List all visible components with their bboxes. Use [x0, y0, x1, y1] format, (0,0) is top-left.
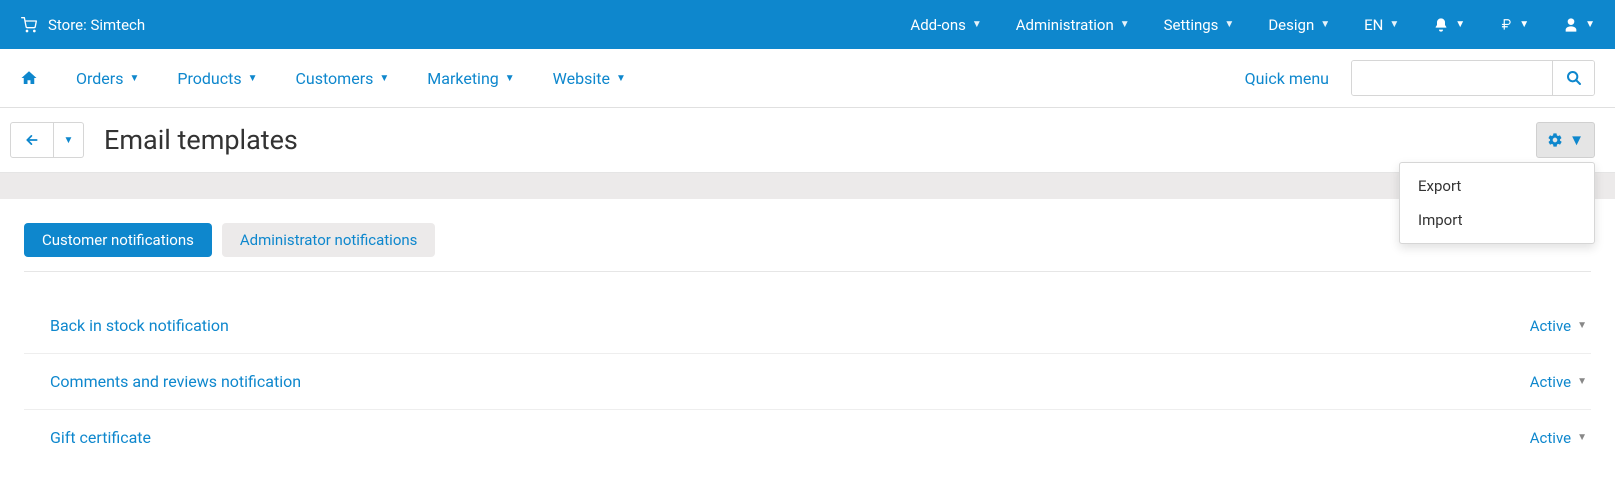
row-status-dropdown[interactable]: Active ▼	[1530, 429, 1587, 447]
arrow-left-icon	[24, 133, 40, 147]
tabs: Customer notifications Administrator not…	[24, 223, 1591, 257]
nav-administration[interactable]: Administration ▼	[1016, 16, 1130, 34]
nav-administration-label: Administration	[1016, 16, 1114, 34]
topbar: Store: Simtech Add-ons ▼ Administration …	[0, 0, 1615, 49]
caret-down-icon: ▼	[379, 73, 389, 84]
nav-language[interactable]: EN ▼	[1364, 16, 1399, 34]
row-title-link[interactable]: Gift certificate	[50, 428, 151, 447]
table-row: Back in stock notification Active ▼	[24, 298, 1591, 354]
caret-down-icon: ▼	[1577, 376, 1587, 387]
home-link[interactable]	[20, 69, 38, 87]
caret-down-icon: ▼	[1577, 432, 1587, 443]
row-status-label: Active	[1530, 429, 1571, 447]
back-button[interactable]	[10, 122, 54, 158]
caret-down-icon: ▼	[616, 73, 626, 84]
nav-website[interactable]: Website ▼	[553, 69, 626, 88]
search-box	[1351, 60, 1595, 96]
navbar: Orders ▼ Products ▼ Customers ▼ Marketin…	[0, 49, 1615, 108]
back-dropdown[interactable]: ▼	[54, 122, 84, 158]
tab-customer-notifications[interactable]: Customer notifications	[24, 223, 212, 257]
topbar-right: Add-ons ▼ Administration ▼ Settings ▼ De…	[910, 16, 1595, 34]
caret-down-icon: ▼	[1519, 19, 1529, 30]
notifications-button[interactable]: ▼	[1433, 17, 1465, 33]
page-header: ▼ Email templates ▼ Export Import	[0, 108, 1615, 173]
nav-products-label: Products	[177, 69, 241, 88]
nav-addons-label: Add-ons	[910, 16, 965, 34]
nav-customers-label: Customers	[295, 69, 373, 88]
nav-marketing[interactable]: Marketing ▼	[427, 69, 514, 88]
gear-menu-export[interactable]: Export	[1400, 169, 1594, 203]
caret-down-icon: ▼	[1389, 19, 1399, 30]
search-icon	[1566, 70, 1582, 86]
search-input[interactable]	[1352, 61, 1552, 95]
caret-down-icon: ▼	[972, 19, 982, 30]
table-row: Gift certificate Active ▼	[24, 410, 1591, 465]
navbar-right: Quick menu	[1245, 60, 1595, 96]
nav-design[interactable]: Design ▼	[1268, 16, 1330, 34]
caret-down-icon: ▼	[64, 135, 74, 146]
nav-marketing-label: Marketing	[427, 69, 498, 88]
page-title: Email templates	[104, 124, 298, 156]
caret-down-icon: ▼	[1585, 19, 1595, 30]
user-icon	[1563, 17, 1579, 33]
gear-icon	[1547, 132, 1563, 148]
table-row: Comments and reviews notification Active…	[24, 354, 1591, 410]
caret-down-icon: ▼	[505, 73, 515, 84]
row-status-label: Active	[1530, 373, 1571, 391]
content: Customer notifications Administrator not…	[0, 199, 1615, 465]
currency-button[interactable]: ▼	[1499, 17, 1529, 33]
row-title-link[interactable]: Comments and reviews notification	[50, 372, 301, 391]
home-icon	[20, 69, 38, 87]
nav-language-label: EN	[1364, 16, 1383, 34]
nav-products[interactable]: Products ▼	[177, 69, 257, 88]
nav-settings-label: Settings	[1164, 16, 1219, 34]
caret-down-icon: ▼	[1224, 19, 1234, 30]
nav-customers[interactable]: Customers ▼	[295, 69, 389, 88]
caret-down-icon: ▼	[129, 73, 139, 84]
row-status-dropdown[interactable]: Active ▼	[1530, 373, 1587, 391]
caret-down-icon: ▼	[1455, 19, 1465, 30]
gray-strip	[0, 173, 1615, 199]
row-status-dropdown[interactable]: Active ▼	[1530, 317, 1587, 335]
nav-addons[interactable]: Add-ons ▼	[910, 16, 981, 34]
nav-design-label: Design	[1268, 16, 1314, 34]
tab-divider	[24, 271, 1591, 272]
search-button[interactable]	[1552, 61, 1594, 95]
nav-website-label: Website	[553, 69, 610, 88]
gear-dropdown-menu: Export Import	[1399, 162, 1595, 244]
quick-menu-link[interactable]: Quick menu	[1245, 69, 1329, 88]
gear-menu-import[interactable]: Import	[1400, 203, 1594, 237]
user-menu-button[interactable]: ▼	[1563, 17, 1595, 33]
row-title-link[interactable]: Back in stock notification	[50, 316, 229, 335]
nav-orders[interactable]: Orders ▼	[76, 69, 139, 88]
caret-down-icon: ▼	[1569, 132, 1584, 149]
ruble-icon	[1499, 17, 1513, 33]
cart-icon[interactable]	[20, 17, 38, 33]
row-status-label: Active	[1530, 317, 1571, 335]
caret-down-icon: ▼	[1577, 320, 1587, 331]
topbar-left: Store: Simtech	[20, 16, 145, 34]
navbar-left: Orders ▼ Products ▼ Customers ▼ Marketin…	[20, 69, 626, 88]
back-button-group: ▼	[10, 122, 84, 158]
nav-settings[interactable]: Settings ▼	[1164, 16, 1235, 34]
caret-down-icon: ▼	[1120, 19, 1130, 30]
gear-button[interactable]: ▼	[1536, 122, 1595, 158]
caret-down-icon: ▼	[1320, 19, 1330, 30]
bell-icon	[1433, 17, 1449, 33]
caret-down-icon: ▼	[248, 73, 258, 84]
store-label[interactable]: Store: Simtech	[48, 16, 145, 34]
nav-orders-label: Orders	[76, 69, 123, 88]
tab-administrator-notifications[interactable]: Administrator notifications	[222, 223, 436, 257]
gear-wrap: ▼ Export Import	[1536, 122, 1595, 158]
